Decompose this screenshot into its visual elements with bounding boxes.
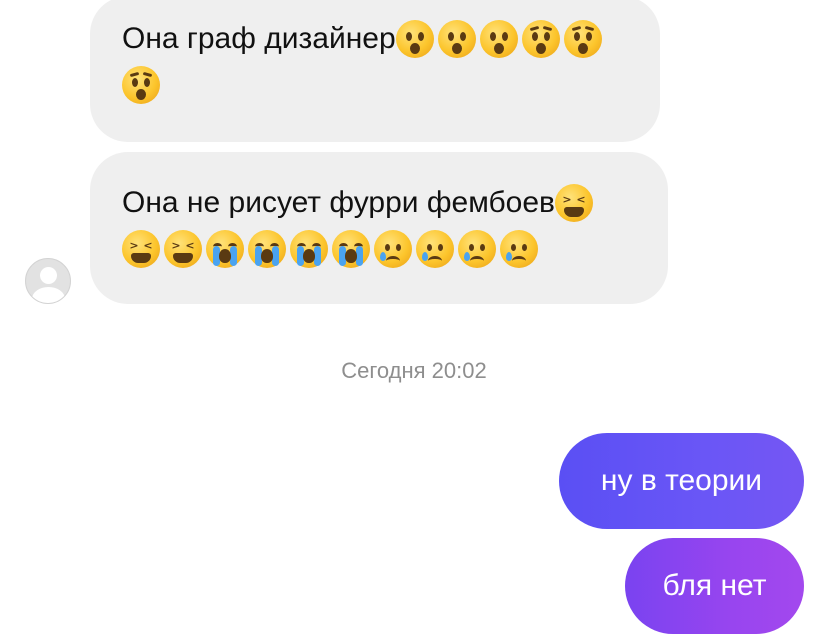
message-text: бля нет <box>662 569 767 602</box>
timestamp: Сегодня 20:02 <box>341 358 487 383</box>
incoming-message-bubble[interactable]: Она граф дизайнер <box>90 0 660 142</box>
chat-thread: Она граф дизайнер Она не рисует фурри фе… <box>0 0 828 643</box>
outgoing-message-bubble[interactable]: ну в теории <box>559 433 804 529</box>
message-line: Она граф дизайнер <box>122 18 630 60</box>
message-line: Она не рисует фурри фембоев > < <box>122 182 638 224</box>
avatar-body-shape <box>32 287 65 303</box>
emoji-row: > < > < <box>122 230 638 268</box>
loudly-crying-face-icon <box>332 230 370 268</box>
loudly-crying-face-icon <box>248 230 286 268</box>
message-text: Она граф дизайнер <box>122 22 396 55</box>
tired-face-icon: > < <box>122 230 160 268</box>
crying-face-icon <box>416 230 454 268</box>
crying-face-icon <box>374 230 412 268</box>
loudly-crying-face-icon <box>290 230 328 268</box>
hushed-face-icon <box>479 20 518 58</box>
hushed-face-icon <box>437 20 476 58</box>
outgoing-message-bubble[interactable]: бля нет <box>625 538 804 634</box>
crying-face-icon <box>458 230 496 268</box>
message-text: Она не рисует фурри фембоев <box>122 186 555 219</box>
astonished-face-icon <box>563 20 602 58</box>
tired-face-icon: > < <box>164 230 202 268</box>
incoming-message-bubble[interactable]: Она не рисует фурри фембоев > < > < > < <box>90 152 668 304</box>
hushed-face-icon <box>395 20 434 58</box>
avatar[interactable] <box>25 258 71 304</box>
crying-face-icon <box>500 230 538 268</box>
avatar-head-shape <box>40 267 57 284</box>
tired-face-icon: > < <box>555 184 593 222</box>
astonished-face-icon <box>521 20 560 58</box>
loudly-crying-face-icon <box>206 230 244 268</box>
message-text: ну в теории <box>600 464 763 497</box>
emoji-row <box>122 66 630 104</box>
astonished-face-icon <box>122 66 160 104</box>
